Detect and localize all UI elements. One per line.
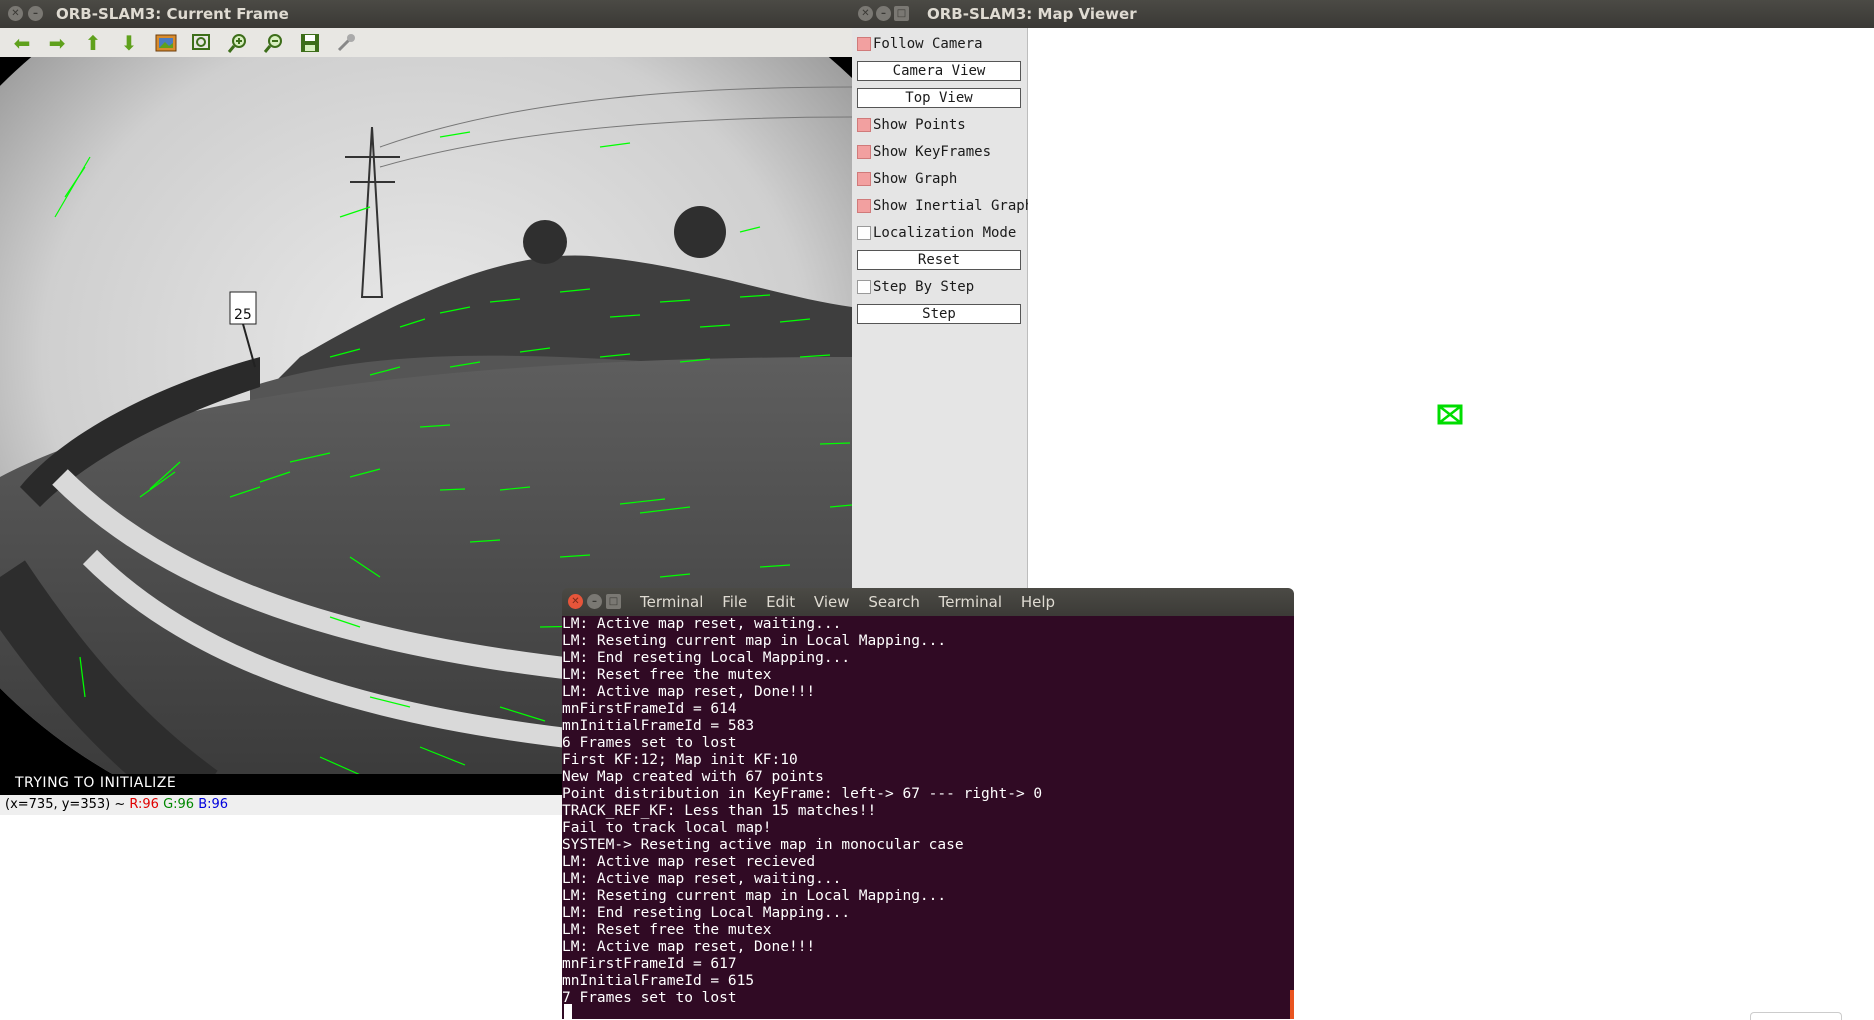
menu-file[interactable]: File [722, 593, 747, 611]
terminal-scrollbar[interactable] [1290, 990, 1294, 1019]
terminal-titlebar[interactable]: ✕ – □ Terminal File Edit View Search Ter… [562, 588, 1294, 616]
checkbox-box[interactable] [857, 37, 871, 51]
terminal-line: LM: Reset free the mutex [562, 922, 772, 938]
pixel-b: B:96 [198, 797, 229, 812]
zoom-in-icon[interactable] [224, 31, 252, 55]
terminal-line: LM: Active map reset, Done!!! [562, 939, 816, 955]
terminal-line: LM: Reseting current map in Local Mappin… [562, 888, 947, 904]
step-by-step-checkbox[interactable]: Step By Step [857, 277, 974, 297]
minimize-icon[interactable]: – [28, 6, 43, 21]
terminal-lines: LM: Active map reset, waiting... LM: Rese… [562, 616, 1042, 1007]
show-points-checkbox[interactable]: Show Points [857, 115, 966, 135]
menu-search[interactable]: Search [868, 593, 920, 611]
camera-view-button[interactable]: Camera View [857, 61, 1021, 81]
terminal-cursor [564, 1004, 572, 1019]
maximize-icon[interactable]: □ [606, 594, 621, 609]
terminal-line: First KF:12; Map init KF:10 [562, 752, 798, 768]
camera-pose-icon [1437, 404, 1463, 425]
terminal-line: mnInitialFrameId = 615 [562, 973, 755, 989]
pixel-r: R:96 [129, 797, 159, 812]
menu-edit[interactable]: Edit [766, 593, 795, 611]
zoom-fit-icon[interactable] [188, 31, 216, 55]
terminal-line: LM: Active map reset, waiting... [562, 616, 842, 632]
terminal-line: LM: Active map reset, waiting... [562, 871, 842, 887]
checkbox-box[interactable] [857, 280, 871, 294]
terminal-line: LM: Active map reset recieved [562, 854, 816, 870]
terminal-title: Terminal [640, 593, 704, 611]
terminal-line: SYSTEM-> Reseting active map in monocula… [562, 837, 964, 853]
terminal-line: mnFirstFrameId = 617 [562, 956, 737, 972]
zoom-out-icon[interactable] [260, 31, 288, 55]
show-graph-checkbox[interactable]: Show Graph [857, 169, 957, 189]
svg-text:25: 25 [234, 307, 252, 323]
close-icon[interactable]: ✕ [568, 594, 583, 609]
menu-terminal[interactable]: Terminal [939, 593, 1002, 611]
terminal-line: LM: Active map reset, Done!!! [562, 684, 816, 700]
terminal-line: Point distribution in KeyFrame: left-> 6… [562, 786, 1043, 802]
show-inertial-graph-checkbox[interactable]: Show Inertial Graph [857, 196, 1033, 216]
properties-icon[interactable] [332, 31, 360, 55]
save-icon[interactable] [296, 31, 324, 55]
terminal-line: LM: Reseting current map in Local Mappin… [562, 633, 947, 649]
window-title: ORB-SLAM3: Current Frame [56, 5, 289, 23]
terminal-line: Fail to track local map! [562, 820, 772, 836]
terminal-menubar: Terminal File Edit View Search Terminal … [640, 593, 1069, 611]
map-viewer-titlebar[interactable]: ✕ – □ ORB-SLAM3: Map Viewer [852, 0, 1874, 28]
minimize-icon[interactable]: – [876, 6, 891, 21]
menu-help[interactable]: Help [1021, 593, 1055, 611]
top-view-button[interactable]: Top View [857, 88, 1021, 108]
arrow-up-icon[interactable]: ⬆ [79, 31, 107, 55]
close-icon[interactable]: ✕ [8, 6, 23, 21]
menu-view[interactable]: View [814, 593, 850, 611]
follow-camera-checkbox[interactable]: Follow Camera [857, 34, 983, 54]
window-title: ORB-SLAM3: Map Viewer [927, 5, 1137, 23]
reset-button[interactable]: Reset [857, 250, 1021, 270]
maximize-icon[interactable]: □ [894, 6, 909, 21]
terminal-line: 6 Frames set to lost [562, 735, 737, 751]
localization-mode-checkbox[interactable]: Localization Mode [857, 223, 1016, 243]
checkbox-box[interactable] [857, 199, 871, 213]
tracking-status-text: TRYING TO INITIALIZE [15, 775, 177, 791]
terminal-line: TRACK_REF_KF: Less than 15 matches!! [562, 803, 877, 819]
image-icon[interactable] [152, 31, 180, 55]
step-button[interactable]: Step [857, 304, 1021, 324]
minimize-icon[interactable]: – [587, 594, 602, 609]
pixel-coords: (x=735, y=353) ~ [5, 797, 126, 812]
terminal-line: mnFirstFrameId = 614 [562, 701, 737, 717]
checkbox-box[interactable] [857, 118, 871, 132]
close-icon[interactable]: ✕ [858, 6, 873, 21]
arrow-down-icon[interactable]: ⬇ [115, 31, 143, 55]
terminal-line: LM: End reseting Local Mapping... [562, 905, 851, 921]
pixel-g: G:96 [163, 797, 195, 812]
image-toolbar: ⬅ ➡ ⬆ ⬇ [0, 28, 852, 58]
current-frame-titlebar[interactable]: ✕ – ORB-SLAM3: Current Frame [0, 0, 852, 28]
arrow-right-icon[interactable]: ➡ [43, 31, 71, 55]
checkbox-box[interactable] [857, 226, 871, 240]
checkbox-box[interactable] [857, 172, 871, 186]
terminal-line: mnInitialFrameId = 583 [562, 718, 755, 734]
terminal-line: LM: Reset free the mutex [562, 667, 772, 683]
terminal-line: New Map created with 67 points [562, 769, 824, 785]
terminal-line: 7 Frames set to lost [562, 990, 737, 1006]
checkbox-box[interactable] [857, 145, 871, 159]
terminal-output[interactable]: LM: Active map reset, waiting... LM: Rese… [562, 616, 1294, 1019]
arrow-left-icon[interactable]: ⬅ [8, 31, 36, 55]
show-keyframes-checkbox[interactable]: Show KeyFrames [857, 142, 991, 162]
terminal-line: LM: End reseting Local Mapping... [562, 650, 851, 666]
